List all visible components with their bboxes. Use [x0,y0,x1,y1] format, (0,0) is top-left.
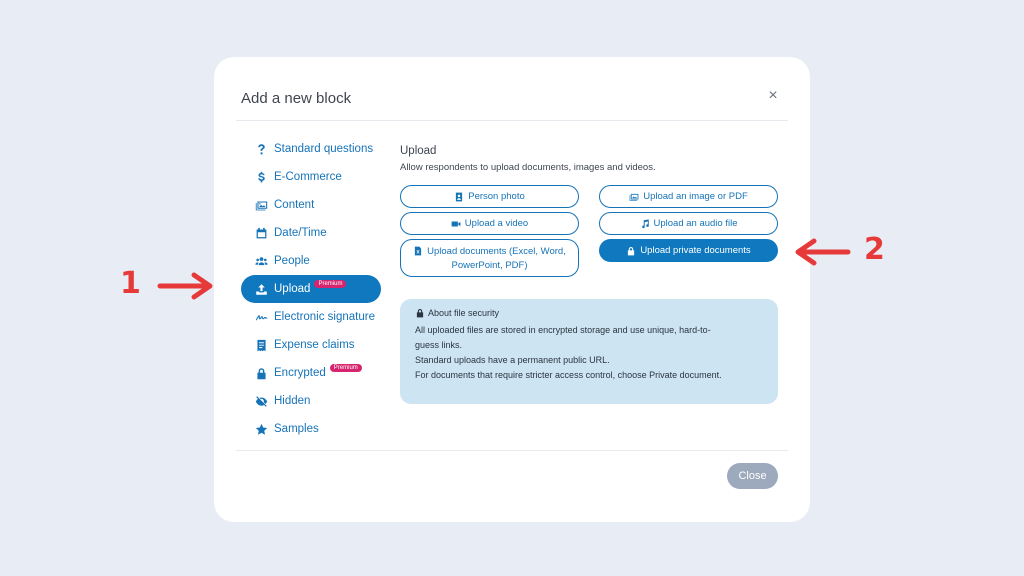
sidebar-item-label: Electronic signature [274,311,375,323]
sidebar-item-upload[interactable]: Upload Premium [241,275,381,303]
upload-video-button[interactable]: Upload a video [400,212,579,235]
upload-image-pdf-button[interactable]: Upload an image or PDF [599,185,778,208]
premium-badge: Premium [329,364,362,372]
video-icon [451,219,461,229]
add-block-modal: Add a new block × Standard questions E-C… [214,57,810,522]
question-icon [254,142,268,156]
lock-icon [626,246,636,256]
id-badge-icon [454,192,464,202]
sidebar-item-people[interactable]: People [241,247,381,275]
close-button[interactable]: Close [727,463,778,489]
calendar-icon [254,226,268,240]
close-icon[interactable]: × [766,88,780,104]
images-icon [629,192,639,202]
sidebar-item-expense-claims[interactable]: Expense claims [241,331,381,359]
lock-icon [254,366,268,380]
sidebar-item-label: Upload [274,283,311,295]
music-note-icon [640,218,650,229]
signature-icon [254,310,268,324]
annotation-arrow-right [157,272,213,300]
annotation-number-1: 1 [120,266,141,301]
excel-file-icon [413,246,423,256]
info-line: For documents that require stricter acce… [415,370,722,380]
info-header: About file security [415,308,763,318]
upload-private-documents-button[interactable]: Upload private documents [599,239,778,262]
info-line: guess links. [415,340,463,350]
premium-badge: Premium [314,280,347,288]
upload-panel: Upload Allow respondents to upload docum… [400,145,780,173]
upload-documents-line1: Upload documents (Excel, Word, [413,246,566,257]
sidebar-item-label: Date/Time [274,227,327,239]
annotation-arrow-left [795,238,851,266]
file-security-info-box: About file security All uploaded files a… [400,299,778,404]
people-icon [254,254,268,268]
header-divider [236,120,788,121]
section-description: Allow respondents to upload documents, i… [400,162,656,173]
sidebar-item-date-time[interactable]: Date/Time [241,219,381,247]
block-category-sidebar: Standard questions E-Commerce Content Da… [241,135,381,443]
sidebar-item-label: Content [274,199,315,211]
sidebar-item-content[interactable]: Content [241,191,381,219]
upload-audio-button[interactable]: Upload an audio file [599,212,778,235]
modal-header: Add a new block × [214,57,810,120]
sidebar-item-label: People [274,255,310,267]
upload-documents-line2: PowerPoint, PDF) [451,259,528,271]
sidebar-item-label: Standard questions [274,143,374,155]
section-title: Upload [400,145,437,157]
lock-icon [416,308,424,318]
sidebar-item-label: Samples [274,423,319,435]
info-title: About file security [428,308,500,318]
sidebar-item-label: E-Commerce [274,171,342,183]
sidebar-item-label: Encrypted [274,367,326,379]
modal-title: Add a new block [241,90,352,107]
upload-icon [254,282,268,296]
info-line: Standard uploads have a permanent public… [415,355,610,365]
images-icon [254,198,268,212]
person-photo-button[interactable]: Person photo [400,185,579,208]
annotation-number-2: 2 [864,232,885,267]
sidebar-item-standard-questions[interactable]: Standard questions [241,135,381,163]
upload-documents-button[interactable]: Upload documents (Excel, Word, PowerPoin… [400,239,579,277]
footer-divider [236,450,788,451]
receipt-icon [254,338,268,352]
sidebar-item-electronic-signature[interactable]: Electronic signature [241,303,381,331]
star-icon [254,422,268,436]
sidebar-item-label: Expense claims [274,339,355,351]
dollar-icon [254,170,268,184]
sidebar-item-samples[interactable]: Samples [241,415,381,443]
sidebar-item-e-commerce[interactable]: E-Commerce [241,163,381,191]
sidebar-item-encrypted[interactable]: Encrypted Premium [241,359,381,387]
sidebar-item-label: Hidden [274,395,311,407]
info-line: All uploaded files are stored in encrypt… [415,325,711,335]
sidebar-item-hidden[interactable]: Hidden [241,387,381,415]
eye-slash-icon [254,394,268,408]
